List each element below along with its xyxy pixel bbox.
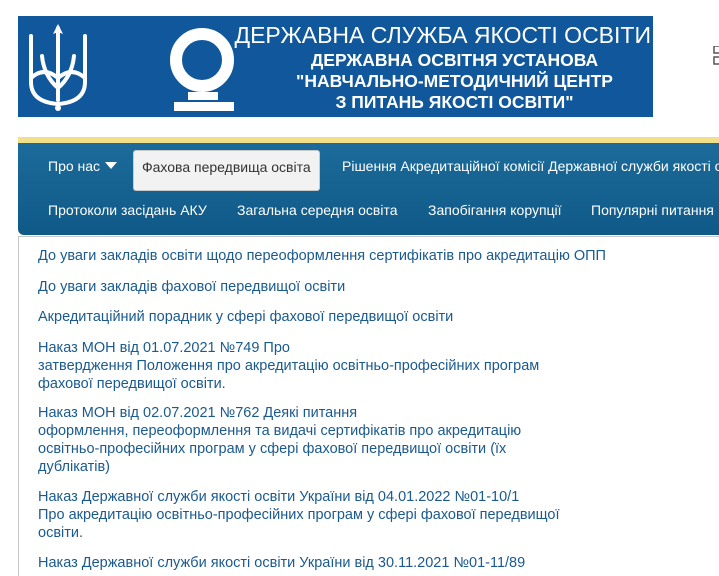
document-link[interactable]: Наказ МОН від 02.07.2021 №762 Деякі пита… bbox=[38, 404, 678, 476]
document-link[interactable]: Наказ МОН від 01.07.2021 №749 Про затвер… bbox=[38, 339, 678, 393]
institution-line: З ПИТАНЬ ЯКОСТІ ОСВІТИ" bbox=[335, 92, 574, 112]
link-line: Про акредитацію освітньо-професійних про… bbox=[38, 507, 560, 523]
institution-line: "НАВЧАЛЬНО-МЕТОДИЧНИЙ ЦЕНТР bbox=[296, 71, 613, 91]
document-link[interactable]: Наказ Державної служби якості освіти Укр… bbox=[38, 488, 678, 542]
link-line: фахової передвищої освіти. bbox=[38, 376, 226, 392]
link-line: дублікатів) bbox=[38, 459, 111, 475]
chevron-down-icon bbox=[105, 162, 118, 169]
header-edge-icon bbox=[713, 45, 719, 66]
document-link[interactable]: Наказ Державної служби якості освіти Укр… bbox=[38, 554, 678, 572]
link-line: Наказ Державної служби якості освіти Укр… bbox=[38, 555, 526, 571]
link-line: освіти. bbox=[38, 525, 84, 541]
link-line: До уваги закладів освіти щодо переоформл… bbox=[38, 248, 606, 264]
document-link[interactable]: Акредитаційний порадник у сфері фахової … bbox=[38, 308, 678, 326]
link-line: Наказ МОН від 01.07.2021 №749 Про bbox=[38, 340, 290, 356]
header-banner[interactable]: ДЕРЖАВНА СЛУЖБА ЯКОСТІ ОСВІТИ ДЕРЖАВНА О… bbox=[18, 16, 653, 117]
document-link[interactable]: До уваги закладів фахової передвищої осв… bbox=[38, 278, 678, 296]
nav-item-label: Фахова передвища освіта bbox=[142, 159, 311, 175]
nav-item-aku-protocols[interactable]: Протоколи засідань АКУ bbox=[48, 201, 207, 219]
link-line: Акредитаційний порадник у сфері фахової … bbox=[38, 309, 454, 325]
nav-item-accreditation-decisions[interactable]: Рішення Акредитаційної комісії Державної… bbox=[342, 157, 719, 175]
nav-item-faq[interactable]: Популярні питання bbox=[591, 201, 714, 219]
link-line: Наказ МОН від 02.07.2021 №762 Деякі пита… bbox=[38, 405, 358, 421]
link-line: Наказ Державної служби якості освіти Укр… bbox=[38, 489, 520, 505]
link-line: затвердження Положення про акредитацію о… bbox=[38, 358, 540, 374]
trident-emblem-icon bbox=[18, 16, 99, 117]
link-line: освітньо-професійних програм у сфері фах… bbox=[38, 441, 507, 457]
nav-item-label: Про нас bbox=[48, 158, 101, 174]
link-line: До уваги закладів фахової передвищої осв… bbox=[38, 279, 346, 295]
nav-item-secondary-education[interactable]: Загальна середня освіта bbox=[237, 201, 398, 219]
document-link[interactable]: До уваги закладів освіти щодо переоформл… bbox=[38, 247, 678, 265]
institution-name: ДЕРЖАВНА ОСВІТНЯ УСТАНОВА "НАВЧАЛЬНО-МЕТ… bbox=[256, 50, 653, 113]
link-line: оформлення, переоформлення та видачі сер… bbox=[38, 423, 522, 439]
nav-item-anti-corruption[interactable]: Запобігання корупції bbox=[428, 201, 562, 219]
site-title: ДЕРЖАВНА СЛУЖБА ЯКОСТІ ОСВІТИ bbox=[234, 22, 652, 48]
nav-item-about[interactable]: Про нас bbox=[48, 157, 118, 175]
institution-line: ДЕРЖАВНА ОСВІТНЯ УСТАНОВА bbox=[310, 50, 599, 70]
nav-item-professional-education[interactable]: Фахова передвища освіта bbox=[133, 150, 320, 191]
main-navigation: Про нас Фахова передвища освіта Рішення … bbox=[18, 143, 719, 235]
